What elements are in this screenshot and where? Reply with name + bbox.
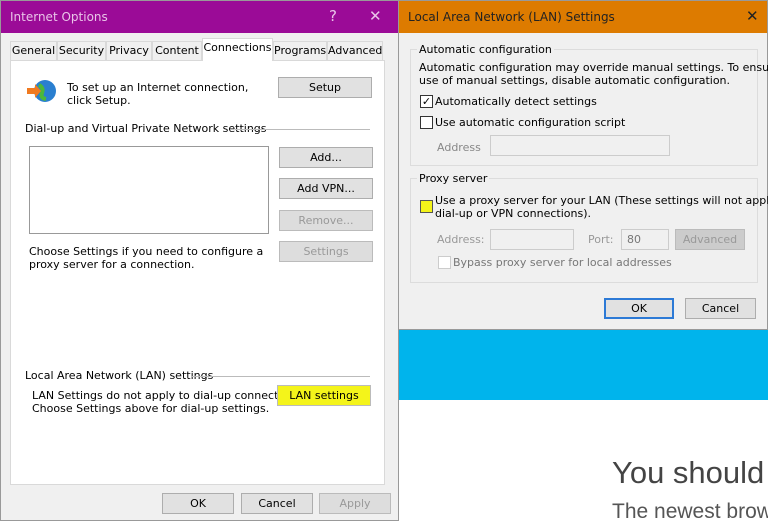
settings-button[interactable]: Settings [279, 241, 373, 262]
proxy-address-input[interactable] [490, 229, 574, 250]
cancel-button[interactable]: Cancel [241, 493, 313, 514]
background-subline: The newest brow [612, 500, 768, 523]
close-button[interactable]: ✕ [369, 7, 382, 25]
bypass-label: Bypass proxy server for local addresses [453, 256, 672, 269]
port-label: Port: [588, 233, 614, 246]
add-vpn-button[interactable]: Add VPN... [279, 178, 373, 199]
proxy-heading: Proxy server [417, 172, 490, 185]
background-headline: You should [612, 455, 765, 490]
tab-connections[interactable]: Connections [202, 38, 273, 61]
setup-button[interactable]: Setup [278, 77, 372, 98]
proxy-label-1: Use a proxy server for your LAN (These s… [435, 194, 768, 207]
remove-button[interactable]: Remove... [279, 210, 373, 231]
advanced-button[interactable]: Advanced [675, 229, 745, 250]
lan-settings-dialog: Local Area Network (LAN) Settings ✕ Auto… [398, 0, 768, 330]
tab-advanced[interactable]: Advanced [327, 41, 383, 60]
proxy-note: Choose Settings if you need to configure… [29, 245, 264, 271]
close-button[interactable]: ✕ [746, 7, 759, 25]
lan-settings-button[interactable]: LAN settings [277, 385, 371, 406]
cancel-button[interactable]: Cancel [685, 298, 756, 319]
help-button[interactable]: ? [329, 7, 337, 25]
ok-button[interactable]: OK [604, 298, 674, 319]
ok-button[interactable]: OK [162, 493, 234, 514]
proxy-label-2: dial-up or VPN connections). [435, 207, 592, 220]
lan-heading: Local Area Network (LAN) settings [25, 369, 214, 382]
auto-script-checkbox[interactable] [420, 116, 433, 129]
add-button[interactable]: Add... [279, 147, 373, 168]
auto-heading: Automatic configuration [417, 43, 554, 56]
auto-detect-checkbox[interactable]: ✓ [420, 95, 433, 108]
tab-programs[interactable]: Programs [273, 41, 327, 60]
tab-general[interactable]: General [10, 41, 57, 60]
auto-detect-label: Automatically detect settings [435, 95, 597, 108]
address-label: Address [437, 141, 481, 154]
dialog-title: Internet Options [10, 10, 108, 24]
internet-options-dialog: Internet Options ? ✕ General Security Pr… [0, 0, 399, 521]
background-banner [398, 330, 768, 400]
tab-security[interactable]: Security [57, 41, 106, 60]
connections-list[interactable] [29, 146, 269, 234]
script-address-input[interactable] [490, 135, 670, 156]
divider [191, 376, 370, 377]
tab-content[interactable]: Content [152, 41, 202, 60]
divider [235, 129, 370, 130]
title-bar: Local Area Network (LAN) Settings ✕ [399, 1, 767, 33]
lan-note-2: Choose Settings above for dial-up settin… [32, 402, 270, 415]
auto-script-label: Use automatic configuration script [435, 116, 626, 129]
auto-desc-1: Automatic configuration may override man… [419, 61, 768, 74]
title-bar: Internet Options ? ✕ [1, 1, 398, 33]
setup-text: To set up an Internet connection, click … [67, 81, 249, 107]
bypass-checkbox[interactable] [438, 256, 451, 269]
proxy-address-label: Address: [437, 233, 485, 246]
lan-note-1: LAN Settings do not apply to dial-up con… [32, 389, 305, 402]
dialog-title: Local Area Network (LAN) Settings [408, 10, 615, 24]
dialup-heading: Dial-up and Virtual Private Network sett… [25, 122, 267, 135]
apply-button[interactable]: Apply [319, 493, 391, 514]
globe-icon [27, 80, 56, 102]
tab-privacy[interactable]: Privacy [106, 41, 152, 60]
auto-desc-2: use of manual settings, disable automati… [419, 74, 731, 87]
use-proxy-checkbox[interactable] [420, 200, 433, 213]
port-input[interactable]: 80 [621, 229, 669, 250]
